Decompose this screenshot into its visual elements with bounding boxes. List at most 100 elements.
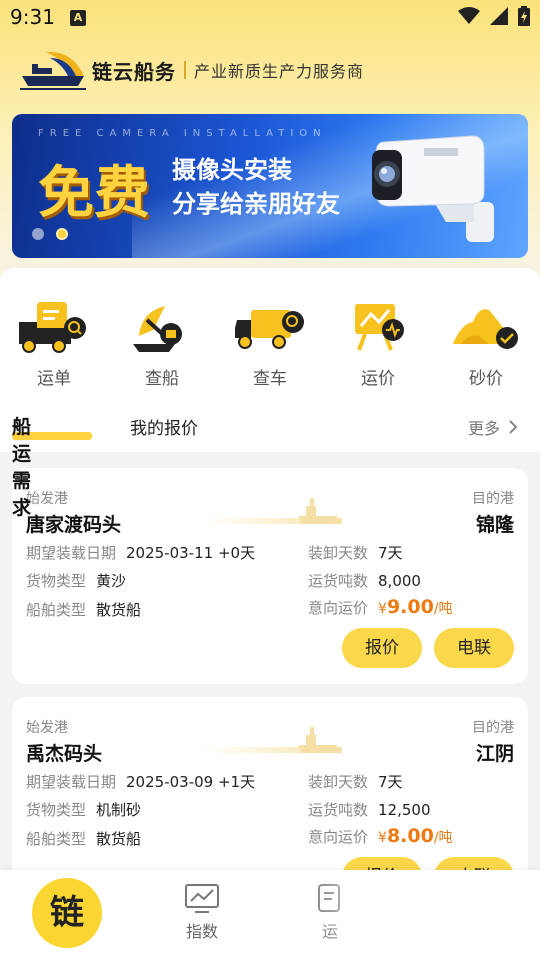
ship-type-label: 船舶类型 bbox=[26, 601, 87, 619]
dest-port: 江阴 bbox=[475, 743, 514, 765]
cargo-type-label: 货物类型 bbox=[26, 572, 87, 590]
loading-days-row: 装卸天数 7天 bbox=[308, 771, 403, 792]
truck-search-icon bbox=[235, 310, 304, 349]
nav-home-button[interactable]: 链 bbox=[32, 878, 102, 948]
nav-label: 指数 bbox=[185, 922, 218, 941]
intended-price: ¥9.00/吨 bbox=[378, 596, 453, 618]
tonnage-label: 运货吨数 bbox=[308, 801, 369, 819]
cargo-type: 机制砂 bbox=[96, 801, 142, 819]
loading-days-label: 装卸天数 bbox=[308, 773, 369, 791]
banner-dot-active[interactable] bbox=[56, 228, 68, 240]
ship-search-icon bbox=[133, 306, 182, 352]
price-row: 意向运价 ¥8.00/吨 bbox=[308, 825, 453, 847]
signal-icon bbox=[490, 7, 508, 25]
quote-button[interactable]: 报价 bbox=[342, 628, 422, 668]
quick-action-ship[interactable]: 查船 bbox=[108, 300, 216, 389]
cargo-type-label: 货物类型 bbox=[26, 801, 87, 819]
quick-action-truck[interactable]: 查车 bbox=[216, 300, 324, 389]
quick-action-label: 砂价 bbox=[469, 369, 503, 389]
tonnage-row: 运货吨数 8,000 bbox=[308, 570, 421, 591]
price-unit: /吨 bbox=[433, 830, 453, 846]
price-label: 意向运价 bbox=[308, 828, 369, 846]
loading-days: 7天 bbox=[378, 544, 403, 562]
status-time: 9:31 bbox=[10, 5, 55, 29]
load-date: 2025-03-11 +0天 bbox=[126, 544, 256, 562]
battery-icon bbox=[518, 6, 530, 26]
price-value: 8.00 bbox=[386, 825, 434, 847]
bottom-nav: 链 指数 运 bbox=[0, 870, 540, 960]
load-date-label: 期望装载日期 bbox=[26, 773, 117, 791]
quick-action-freight[interactable]: 运价 bbox=[324, 300, 432, 389]
quick-action-label: 查船 bbox=[145, 369, 179, 389]
dest-port-label: 目的港 bbox=[472, 491, 514, 507]
quick-action-label: 查车 bbox=[253, 369, 287, 389]
quick-action-sand[interactable]: 砂价 bbox=[432, 300, 540, 389]
tonnage-row: 运货吨数 12,500 bbox=[308, 799, 431, 820]
waybill-truck-icon bbox=[19, 302, 86, 353]
demand-tabs: 船运需求 我的报价 更多 bbox=[12, 412, 528, 519]
price-label: 意向运价 bbox=[308, 599, 369, 617]
more-link[interactable]: 更多 bbox=[468, 415, 518, 439]
tonnage-label: 运货吨数 bbox=[308, 572, 369, 590]
tonnage: 8,000 bbox=[378, 572, 421, 590]
tab-my-quotes[interactable]: 我的报价 bbox=[130, 414, 198, 439]
banner-free-text: 免费 bbox=[38, 161, 150, 226]
quick-action-waybill[interactable]: 运单 bbox=[0, 300, 108, 389]
banner-subtitle: FREE CAMERA INSTALLATION bbox=[38, 128, 327, 139]
sand-price-icon bbox=[453, 309, 518, 349]
loading-days-label: 装卸天数 bbox=[308, 544, 369, 562]
quick-action-label: 运单 bbox=[37, 369, 71, 389]
more-label: 更多 bbox=[467, 419, 500, 438]
ship-watermark-icon bbox=[202, 498, 342, 524]
quick-actions: 运单 查船 查车 运价 砂价 bbox=[0, 300, 540, 389]
banner-headline-1: 摄像头安装 bbox=[172, 156, 292, 184]
call-button[interactable]: 电联 bbox=[434, 628, 514, 668]
ship-type: 散货船 bbox=[96, 601, 142, 619]
load-date: 2025-03-09 +1天 bbox=[126, 773, 256, 791]
wifi-icon bbox=[458, 7, 480, 24]
price-currency: ¥ bbox=[378, 601, 387, 617]
chart-index-icon bbox=[185, 884, 219, 913]
freight-rate-icon bbox=[355, 304, 404, 351]
tonnage: 12,500 bbox=[378, 801, 431, 819]
security-camera-icon bbox=[372, 135, 494, 242]
brand-divider bbox=[184, 61, 186, 79]
notification-a-icon: A bbox=[70, 10, 86, 26]
origin-port: 唐家渡码头 bbox=[26, 514, 122, 536]
intended-price: ¥8.00/吨 bbox=[378, 825, 453, 847]
chevron-right-icon bbox=[509, 420, 518, 434]
price-currency: ¥ bbox=[378, 830, 387, 846]
load-date-row: 期望装载日期 2025-03-09 +1天 bbox=[26, 771, 255, 792]
dest-port-label: 目的港 bbox=[472, 720, 514, 736]
quick-action-label: 运价 bbox=[361, 369, 395, 389]
demand-card[interactable]: 始发港 唐家渡码头 目的港 锦隆 期望装载日期 2025-03-11 +0天 货物… bbox=[12, 468, 528, 684]
cargo-row: 货物类型 黄沙 bbox=[26, 570, 126, 591]
app-logo-icon bbox=[20, 51, 86, 90]
banner-pagination bbox=[32, 228, 68, 240]
cargo-row: 货物类型 机制砂 bbox=[26, 799, 141, 820]
origin-port: 禹杰码头 bbox=[26, 743, 103, 765]
promo-banner[interactable]: FREE CAMERA INSTALLATION 免费 摄像头安装 分享给亲朋好… bbox=[12, 114, 528, 258]
app-name: 链云船务 bbox=[92, 59, 176, 84]
load-date-row: 期望装载日期 2025-03-11 +0天 bbox=[26, 542, 255, 563]
dest-port: 锦隆 bbox=[475, 514, 514, 536]
brand-header: 链云船务 产业新质生产力服务商 bbox=[20, 46, 364, 94]
price-unit: /吨 bbox=[433, 601, 453, 617]
ship-watermark-icon bbox=[202, 727, 342, 753]
demand-list: 始发港 唐家渡码头 目的港 锦隆 期望装载日期 2025-03-11 +0天 货物… bbox=[0, 452, 540, 872]
demand-card[interactable]: 始发港 禹杰码头 目的港 江阴 期望装载日期 2025-03-09 +1天 货物类… bbox=[12, 697, 528, 872]
origin-port-label: 始发港 bbox=[26, 720, 68, 736]
ship-type-row: 船舶类型 散货船 bbox=[26, 599, 141, 620]
ship-type-label: 船舶类型 bbox=[26, 830, 87, 848]
ship-type-row: 船舶类型 散货船 bbox=[26, 828, 141, 849]
banner-dot[interactable] bbox=[32, 228, 44, 240]
app-slogan: 产业新质生产力服务商 bbox=[194, 62, 365, 81]
origin-port-label: 始发港 bbox=[26, 491, 68, 507]
nav-item-index[interactable]: 指数 bbox=[172, 884, 232, 942]
status-bar: 9:31 A bbox=[0, 0, 540, 36]
price-row: 意向运价 ¥9.00/吨 bbox=[308, 596, 453, 618]
nav-fade-overlay bbox=[300, 870, 540, 960]
tab-shipping-demand-label: 船运需求 bbox=[12, 416, 32, 519]
loading-days: 7天 bbox=[378, 773, 403, 791]
loading-days-row: 装卸天数 7天 bbox=[308, 542, 403, 563]
